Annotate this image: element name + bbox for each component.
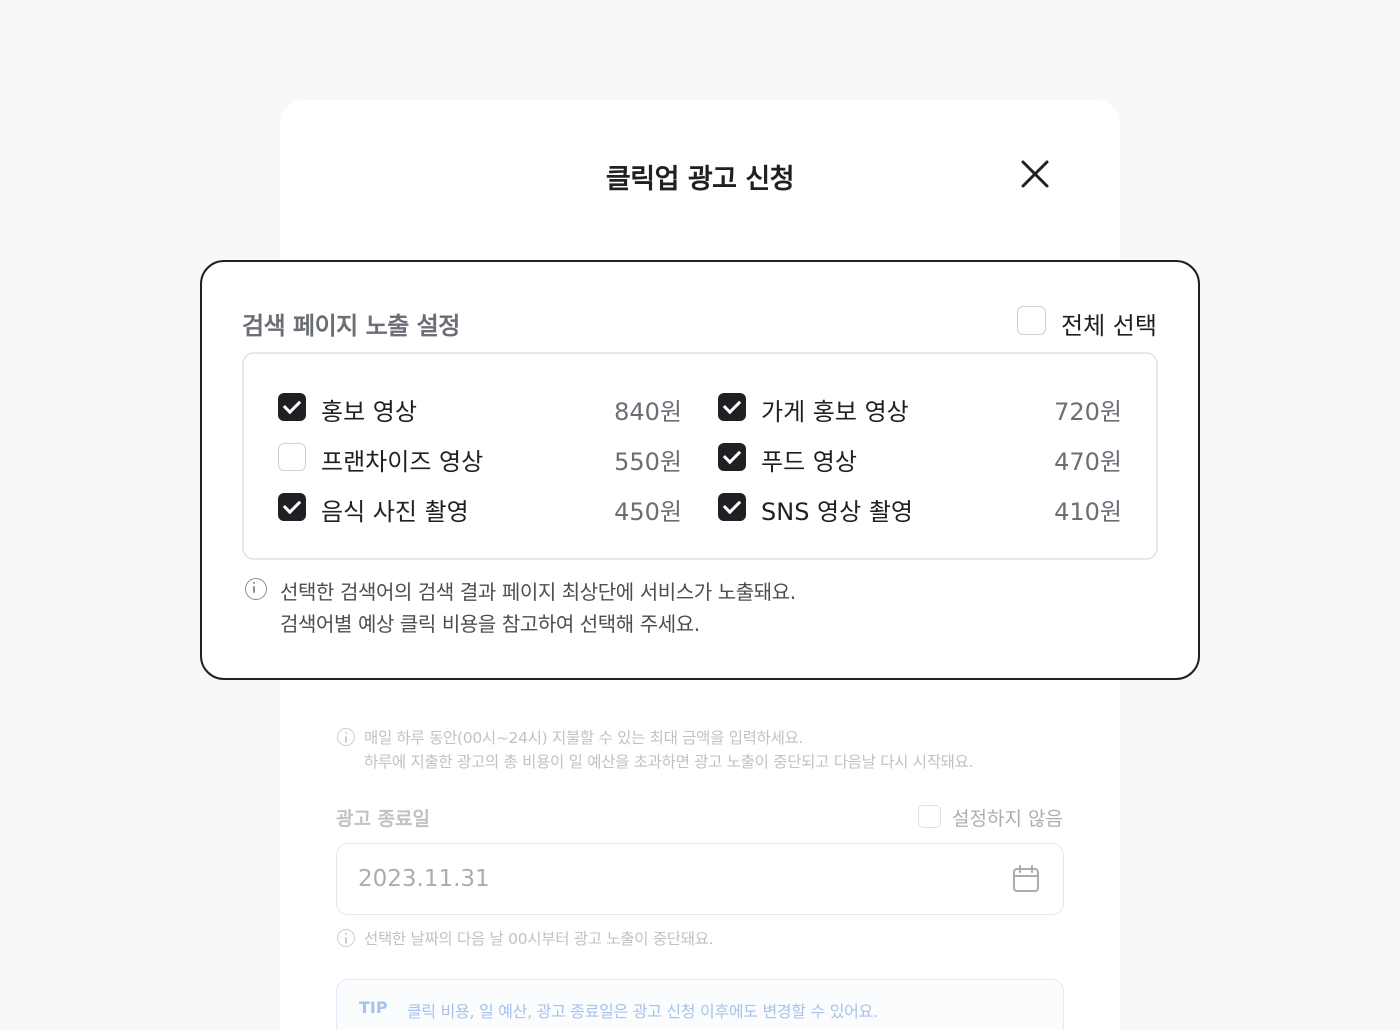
tip-box: TIP 클릭 비용, 일 예산, 광고 종료일은 광고 신청 이후에도 변경할 …: [336, 979, 1064, 1030]
keyword-price: 840원: [614, 398, 682, 426]
info-icon: [337, 929, 355, 947]
keyword-price: 410원: [1054, 498, 1122, 526]
keyword-label: 푸드 영상: [761, 448, 857, 476]
keyword-option[interactable]: 홍보 영상 840원: [278, 392, 682, 426]
keyword-checkbox[interactable]: [718, 493, 746, 521]
search-exposure-note-line1: 선택한 검색어의 검색 결과 페이지 최상단에 서비스가 노출돼요.: [280, 580, 796, 604]
keyword-option[interactable]: 푸드 영상 470원: [718, 442, 1122, 476]
keyword-label: 음식 사진 촬영: [321, 498, 469, 526]
keyword-checkbox[interactable]: [278, 393, 306, 421]
keyword-label: SNS 영상 촬영: [761, 498, 913, 526]
no-end-date-checkbox[interactable]: [918, 805, 941, 828]
keyword-price: 450원: [614, 498, 682, 526]
keyword-checkbox[interactable]: [278, 443, 306, 471]
keyword-price: 720원: [1054, 398, 1122, 426]
keyword-price: 470원: [1054, 448, 1122, 476]
keyword-checkbox[interactable]: [278, 493, 306, 521]
select-all-checkbox[interactable]: [1017, 306, 1046, 335]
modal-title: 클릭업 광고 신청: [605, 164, 795, 195]
end-date-note: 선택한 날짜의 다음 날 00시부터 광고 노출이 중단돼요.: [364, 930, 714, 948]
keyword-checkbox[interactable]: [718, 393, 746, 421]
end-date-input[interactable]: 2023.11.31: [336, 843, 1064, 915]
search-exposure-title: 검색 페이지 노출 설정: [242, 312, 460, 340]
keyword-price: 550원: [614, 448, 682, 476]
search-exposure-note: 선택한 검색어의 검색 결과 페이지 최상단에 서비스가 노출돼요. 검색어별 …: [280, 576, 796, 640]
daily-budget-note: 매일 하루 동안(00시~24시) 지불할 수 있는 최대 금액을 입력하세요.…: [364, 726, 974, 774]
keyword-checkbox[interactable]: [718, 443, 746, 471]
no-end-date-label[interactable]: 설정하지 않음: [952, 804, 1063, 831]
calendar-icon[interactable]: [1011, 864, 1041, 894]
daily-budget-note-line2: 하루에 지출한 광고의 총 비용이 일 예산을 초과하면 광고 노출이 중단되고…: [364, 753, 974, 771]
keyword-option[interactable]: SNS 영상 촬영 410원: [718, 492, 1122, 526]
tip-text: 클릭 비용, 일 예산, 광고 종료일은 광고 신청 이후에도 변경할 수 있어…: [407, 1002, 878, 1021]
info-icon: [337, 728, 355, 746]
close-icon: [1021, 160, 1049, 188]
info-icon: [245, 578, 267, 600]
keyword-option[interactable]: 프랜차이즈 영상 550원: [278, 442, 682, 476]
close-button[interactable]: [1020, 159, 1050, 189]
keyword-label: 홍보 영상: [321, 398, 417, 426]
search-exposure-panel: 검색 페이지 노출 설정 전체 선택 홍보 영상 840원 가게 홍보 영상 7…: [200, 260, 1200, 680]
end-date-label: 광고 종료일: [336, 808, 431, 830]
keyword-label: 프랜차이즈 영상: [321, 448, 484, 476]
keyword-options-box: 홍보 영상 840원 가게 홍보 영상 720원 프랜차이즈 영상 550원 푸…: [242, 352, 1158, 560]
keyword-option[interactable]: 음식 사진 촬영 450원: [278, 492, 682, 526]
tip-tag: TIP: [359, 998, 388, 1017]
keyword-option[interactable]: 가게 홍보 영상 720원: [718, 392, 1122, 426]
daily-budget-note-line1: 매일 하루 동안(00시~24시) 지불할 수 있는 최대 금액을 입력하세요.: [364, 729, 804, 747]
select-all-label[interactable]: 전체 선택: [1061, 306, 1157, 341]
search-exposure-note-line2: 검색어별 예상 클릭 비용을 참고하여 선택해 주세요.: [280, 612, 700, 636]
keyword-label: 가게 홍보 영상: [761, 398, 909, 426]
end-date-value: 2023.11.31: [358, 866, 490, 892]
